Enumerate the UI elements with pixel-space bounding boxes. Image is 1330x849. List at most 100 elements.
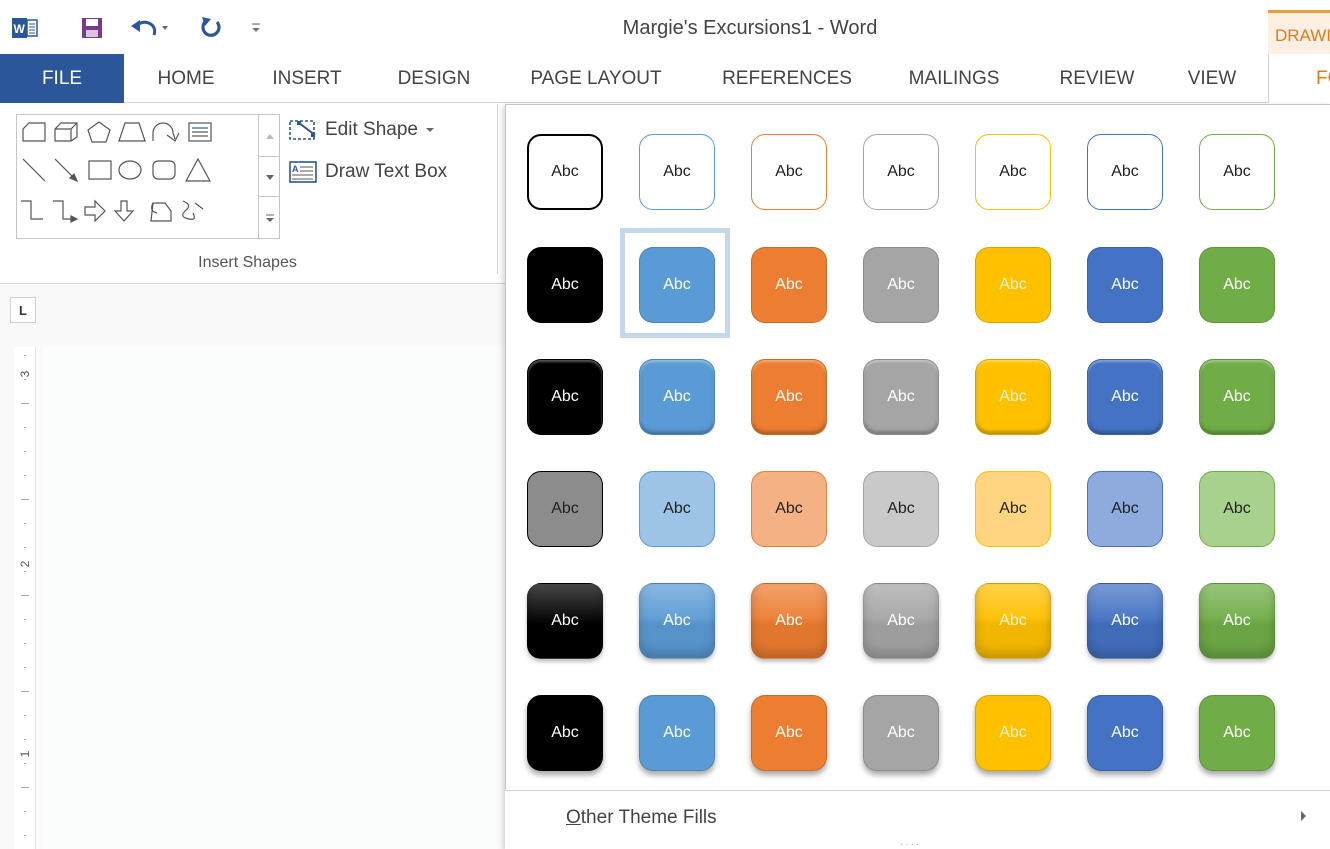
shape-style-1-2[interactable]: Abc xyxy=(639,134,715,210)
shape-style-6-4[interactable]: Abc xyxy=(863,695,939,771)
shape-style-5-6[interactable]: Abc xyxy=(1087,583,1163,659)
shape-style-6-3[interactable]: Abc xyxy=(751,695,827,771)
shape-style-label: Abc xyxy=(999,163,1027,180)
shape-style-label: Abc xyxy=(775,724,803,741)
shape-style-label: Abc xyxy=(887,388,915,405)
draw-text-box-button[interactable]: A Draw Text Box xyxy=(287,157,447,187)
tab-view[interactable]: VIEW xyxy=(1182,54,1242,103)
shape-style-6-5[interactable]: Abc xyxy=(975,695,1051,771)
shape-style-6-2[interactable]: Abc xyxy=(639,695,715,771)
tab-home[interactable]: HOME xyxy=(150,54,222,103)
shape-style-2-1[interactable]: Abc xyxy=(527,247,603,323)
trapezoid-icon[interactable] xyxy=(118,122,146,142)
shape-style-6-6[interactable]: Abc xyxy=(1087,695,1163,771)
tab-format[interactable]: FORMAT xyxy=(1268,54,1330,103)
shape-style-label: Abc xyxy=(551,163,579,180)
elbow-arrow-connector-icon[interactable] xyxy=(53,200,79,223)
rounded-rectangle-icon[interactable] xyxy=(152,160,176,180)
other-theme-fills-item[interactable]: ···· Other Theme Fills xyxy=(505,790,1330,849)
tab-mailings[interactable]: MAILINGS xyxy=(899,54,1009,103)
shape-style-3-1[interactable]: Abc xyxy=(527,359,603,435)
document-page[interactable] xyxy=(42,347,505,849)
line-icon[interactable] xyxy=(22,158,46,182)
shape-style-5-7[interactable]: Abc xyxy=(1199,583,1275,659)
shape-style-1-6[interactable]: Abc xyxy=(1087,134,1163,210)
shape-style-3-5[interactable]: Abc xyxy=(975,359,1051,435)
shape-style-2-4[interactable]: Abc xyxy=(863,247,939,323)
triangle-icon[interactable] xyxy=(184,157,212,182)
text-box-shape-icon[interactable] xyxy=(188,122,212,142)
shape-style-1-4[interactable]: Abc xyxy=(863,134,939,210)
ruler-tick xyxy=(24,475,26,476)
gallery-scroll-down-button[interactable] xyxy=(258,157,280,197)
tab-file[interactable]: FILE xyxy=(0,54,124,103)
flowchart-icon[interactable] xyxy=(150,202,172,222)
shape-style-1-1[interactable]: Abc xyxy=(527,134,603,210)
shape-style-1-7[interactable]: Abc xyxy=(1199,134,1275,210)
tab-review[interactable]: REVIEW xyxy=(1054,54,1140,103)
snip-rectangle-icon[interactable] xyxy=(22,122,46,142)
shape-style-5-5[interactable]: Abc xyxy=(975,583,1051,659)
vertical-ruler[interactable]: 3 2 1 xyxy=(14,347,36,849)
svg-text:A: A xyxy=(292,164,299,174)
resize-grip[interactable]: ···· xyxy=(900,839,921,849)
ruler-tick xyxy=(24,835,26,836)
shape-style-5-3[interactable]: Abc xyxy=(751,583,827,659)
tab-design[interactable]: DESIGN xyxy=(392,54,476,103)
tab-insert[interactable]: INSERT xyxy=(266,54,348,103)
title-bar: W Margie's Excursions1 - Word DRAWI xyxy=(0,0,1330,54)
shape-style-2-5[interactable]: Abc xyxy=(975,247,1051,323)
tab-references[interactable]: REFERENCES xyxy=(718,54,856,103)
shape-style-label: Abc xyxy=(887,612,915,629)
right-arrow-icon[interactable] xyxy=(84,199,106,223)
text-box-icon: A xyxy=(289,161,317,183)
rectangle-icon[interactable] xyxy=(88,160,112,180)
shapes-gallery[interactable] xyxy=(16,114,280,239)
shape-style-3-4[interactable]: Abc xyxy=(863,359,939,435)
shape-style-4-3[interactable]: Abc xyxy=(751,471,827,547)
oval-icon[interactable] xyxy=(118,160,142,180)
shapes-gallery-icons xyxy=(21,121,212,223)
shape-style-label: Abc xyxy=(1223,724,1251,741)
edit-shape-button[interactable]: Edit Shape xyxy=(287,115,442,145)
shape-style-3-3[interactable]: Abc xyxy=(751,359,827,435)
shape-style-3-7[interactable]: Abc xyxy=(1199,359,1275,435)
shape-style-5-4[interactable]: Abc xyxy=(863,583,939,659)
shape-style-label: Abc xyxy=(775,163,803,180)
shape-style-label: Abc xyxy=(551,388,579,405)
shape-style-4-2[interactable]: Abc xyxy=(639,471,715,547)
freeform-icon[interactable] xyxy=(182,200,204,220)
shape-style-3-2[interactable]: Abc xyxy=(639,359,715,435)
down-arrow-icon[interactable] xyxy=(113,200,135,222)
arrow-line-icon[interactable] xyxy=(54,158,79,183)
gallery-scroll-up-button[interactable] xyxy=(258,115,280,157)
shape-style-2-7[interactable]: Abc xyxy=(1199,247,1275,323)
shape-style-1-3[interactable]: Abc xyxy=(751,134,827,210)
ruler-tick xyxy=(24,811,26,812)
shape-style-label: Abc xyxy=(551,612,579,629)
shape-style-1-5[interactable]: Abc xyxy=(975,134,1051,210)
shape-style-6-7[interactable]: Abc xyxy=(1199,695,1275,771)
shape-style-5-2[interactable]: Abc xyxy=(639,583,715,659)
cube-icon[interactable] xyxy=(54,122,78,142)
ribbon-group-separator xyxy=(497,104,498,274)
shape-style-5-1[interactable]: Abc xyxy=(527,583,603,659)
shape-style-6-1[interactable]: Abc xyxy=(527,695,603,771)
shape-style-label: Abc xyxy=(551,500,579,517)
shape-style-4-4[interactable]: Abc xyxy=(863,471,939,547)
pentagon-icon[interactable] xyxy=(87,121,111,143)
shape-style-4-1[interactable]: Abc xyxy=(527,471,603,547)
shape-style-2-2[interactable]: Abc xyxy=(639,247,715,323)
tab-page-layout[interactable]: PAGE LAYOUT xyxy=(520,54,672,103)
shape-style-label: Abc xyxy=(999,724,1027,741)
shape-style-4-7[interactable]: Abc xyxy=(1199,471,1275,547)
shape-style-4-6[interactable]: Abc xyxy=(1087,471,1163,547)
gallery-more-button[interactable] xyxy=(258,197,280,239)
shape-style-2-6[interactable]: Abc xyxy=(1087,247,1163,323)
elbow-connector-icon[interactable] xyxy=(21,200,43,220)
shape-style-3-6[interactable]: Abc xyxy=(1087,359,1163,435)
shape-style-2-3[interactable]: Abc xyxy=(751,247,827,323)
shape-style-4-5[interactable]: Abc xyxy=(975,471,1051,547)
tab-stop-selector[interactable]: L xyxy=(10,297,36,323)
curved-arrow-icon[interactable] xyxy=(152,122,180,142)
